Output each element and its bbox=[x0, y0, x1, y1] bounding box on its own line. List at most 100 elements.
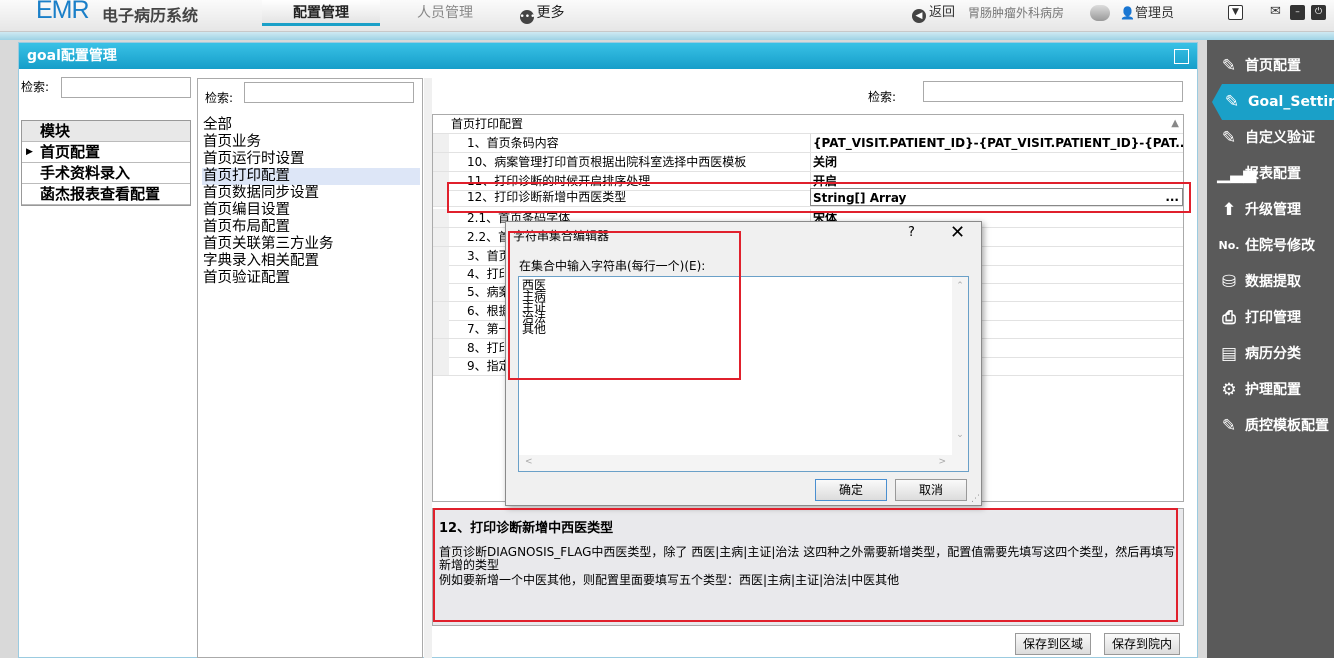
resize-grip-icon[interactable]: ⋰ bbox=[971, 494, 980, 504]
sidebar-item-print[interactable]: ⎙ 打印管理 bbox=[1217, 300, 1334, 336]
sidebar-item-label: 住院号修改 bbox=[1245, 238, 1315, 254]
property-value[interactable]: {PAT_VISIT.PATIENT_ID}-{PAT_VISIT.PATIEN… bbox=[810, 134, 1183, 152]
scroll-down-icon[interactable]: ⌄ bbox=[952, 430, 968, 441]
module-label: 首页配置 bbox=[40, 143, 101, 161]
row-pointer-icon: ▶ bbox=[26, 147, 33, 157]
app-title: 电子病历系统 bbox=[102, 8, 199, 25]
edit-pen-icon: ✎ bbox=[1221, 128, 1237, 148]
panel-title: goal配置管理 bbox=[19, 43, 1197, 69]
category-item[interactable]: 首页布局配置 bbox=[202, 219, 420, 236]
database-icon: ⛁ bbox=[1221, 272, 1237, 292]
category-item-selected[interactable]: 首页打印配置 bbox=[202, 168, 420, 185]
category-item[interactable]: 首页关联第三方业务 bbox=[202, 236, 420, 253]
sidebar-item-label: 报表配置 bbox=[1245, 166, 1301, 182]
category-item[interactable]: 首页验证配置 bbox=[202, 270, 420, 287]
row-gutter bbox=[433, 283, 449, 301]
user-name: 管理员 bbox=[1134, 6, 1174, 21]
category-item[interactable]: 字典录入相关配置 bbox=[202, 253, 420, 270]
highlight-description bbox=[433, 508, 1178, 622]
sidebar-item-nursing[interactable]: ⚙ 护理配置 bbox=[1217, 372, 1334, 408]
upgrade-arrow-icon: ⬆ bbox=[1221, 200, 1237, 220]
help-button[interactable]: ? bbox=[908, 225, 915, 240]
edit-pen-icon: ✎ bbox=[1221, 56, 1237, 76]
top-bar: EMR 电子病历系统 配置管理 人员管理 •••更多 ◀ 返回 胃肠肿瘤外科病房 … bbox=[0, 0, 1334, 32]
vertical-scrollbar[interactable]: ⌃ ⌄ bbox=[952, 277, 968, 455]
property-row[interactable]: 10、病案管理打印首页根据出院科室选择中西医模板 关闭 bbox=[433, 153, 1183, 172]
row-gutter bbox=[433, 265, 449, 283]
category-item[interactable]: 全部 bbox=[202, 117, 420, 134]
highlight-string-list bbox=[508, 231, 741, 380]
dropdown-icon[interactable]: ▼ bbox=[1228, 5, 1243, 20]
sidebar-item-label: 自定义验证 bbox=[1245, 130, 1315, 146]
category-item[interactable]: 首页数据同步设置 bbox=[202, 185, 420, 202]
sidebar-item-record-category[interactable]: ▤ 病历分类 bbox=[1217, 336, 1334, 372]
module-item[interactable]: ▶ 首页配置 bbox=[22, 142, 190, 163]
back-button[interactable]: ◀ 返回 bbox=[912, 4, 956, 23]
sidebar-item-admission-number[interactable]: No. 住院号修改 bbox=[1217, 228, 1334, 264]
highlight-selected-row bbox=[447, 182, 1191, 213]
row-gutter bbox=[433, 339, 449, 357]
sidebar-item-label: Goal_Settin bbox=[1248, 94, 1334, 110]
collapse-icon[interactable]: ▲ bbox=[1171, 115, 1179, 133]
save-to-hospital-button[interactable]: 保存到院内 bbox=[1104, 633, 1180, 655]
module-search-input[interactable] bbox=[61, 77, 191, 98]
cancel-button[interactable]: 取消 bbox=[895, 479, 967, 501]
splitter[interactable] bbox=[424, 78, 432, 658]
sidebar-item-upgrade[interactable]: ⬆ 升级管理 bbox=[1217, 192, 1334, 228]
row-gutter bbox=[433, 153, 449, 171]
property-value[interactable]: 关闭 bbox=[810, 153, 1183, 171]
ok-button[interactable]: 确定 bbox=[815, 479, 887, 501]
ward-toggle[interactable] bbox=[1090, 5, 1110, 21]
more-menu[interactable]: •••更多 bbox=[512, 0, 572, 26]
close-icon[interactable]: ✕ bbox=[950, 222, 965, 243]
category-search-input[interactable] bbox=[244, 82, 414, 103]
property-row[interactable]: 1、首页条码内容 {PAT_VISIT.PATIENT_ID}-{PAT_VISI… bbox=[433, 134, 1183, 153]
scroll-up-icon[interactable]: ⌃ bbox=[952, 281, 968, 292]
property-name: 1、首页条码内容 bbox=[467, 136, 559, 150]
back-label: 返回 bbox=[929, 5, 956, 20]
save-to-region-button[interactable]: 保存到区域 bbox=[1015, 633, 1091, 655]
sidebar-item-goal-setting[interactable]: ✎ Goal_Settin bbox=[1212, 84, 1334, 120]
property-category-label: 首页打印配置 bbox=[451, 117, 524, 131]
property-search-label: 检索: bbox=[868, 90, 897, 104]
sidebar-item-report-config[interactable]: ▁▃▅报表配置 bbox=[1217, 156, 1334, 192]
brand-name: EMR bbox=[36, 0, 90, 24]
tab-config-management[interactable]: 配置管理 bbox=[262, 0, 380, 26]
scroll-left-icon[interactable]: < bbox=[525, 457, 533, 468]
category-item[interactable]: 首页业务 bbox=[202, 134, 420, 151]
sidebar-item-home-config[interactable]: ✎ 首页配置 bbox=[1217, 48, 1334, 84]
scroll-right-icon[interactable]: > bbox=[938, 457, 946, 468]
category-item[interactable]: 首页编目设置 bbox=[202, 202, 420, 219]
more-icon: ••• bbox=[519, 10, 536, 24]
module-item[interactable]: 手术资料录入 bbox=[22, 163, 190, 184]
tab-people-management[interactable]: 人员管理 bbox=[400, 0, 490, 26]
sidebar-item-custom-validation[interactable]: ✎ 自定义验证 bbox=[1217, 120, 1334, 156]
bar-chart-icon: ▁▃▅ bbox=[1217, 164, 1257, 184]
more-label: 更多 bbox=[536, 5, 565, 21]
mail-icon[interactable]: ✉ bbox=[1268, 5, 1283, 20]
right-sidebar: ✎ 首页配置 ✎ Goal_Settin ✎ 自定义验证 ▁▃▅报表配置 ⬆ 升级管理 … bbox=[1207, 40, 1334, 658]
back-icon: ◀ bbox=[912, 9, 926, 23]
category-item[interactable]: 首页运行时设置 bbox=[202, 151, 420, 168]
printer-icon: ⎙ bbox=[1222, 308, 1236, 328]
module-item[interactable]: 菡杰报表查看配置 bbox=[22, 184, 190, 205]
maximize-button[interactable] bbox=[1174, 49, 1189, 64]
edit-pen-icon: ✎ bbox=[1221, 416, 1237, 436]
row-gutter bbox=[433, 228, 449, 246]
sidebar-item-qc-template[interactable]: ✎ 质控模板配置 bbox=[1217, 408, 1334, 444]
property-search-input[interactable] bbox=[923, 81, 1183, 102]
property-category-row[interactable]: 首页打印配置 ▲ bbox=[433, 115, 1183, 134]
nurse-icon: ⚙ bbox=[1221, 380, 1237, 400]
user-menu[interactable]: 👤管理员 bbox=[1120, 4, 1174, 22]
category-icon: ▤ bbox=[1220, 344, 1238, 364]
sidebar-item-label: 打印管理 bbox=[1245, 310, 1301, 326]
row-gutter bbox=[433, 247, 449, 265]
power-icon[interactable]: ⏻ bbox=[1311, 5, 1326, 20]
header-band bbox=[0, 32, 1334, 40]
sidebar-item-data-extract[interactable]: ⛁ 数据提取 bbox=[1217, 264, 1334, 300]
ward-selector[interactable]: 胃肠肿瘤外科病房 bbox=[968, 4, 1064, 22]
minimize-icon[interactable]: – bbox=[1290, 5, 1305, 20]
sidebar-item-label: 数据提取 bbox=[1245, 274, 1301, 290]
horizontal-scrollbar[interactable]: < > bbox=[519, 455, 968, 471]
sidebar-item-label: 升级管理 bbox=[1245, 202, 1301, 218]
